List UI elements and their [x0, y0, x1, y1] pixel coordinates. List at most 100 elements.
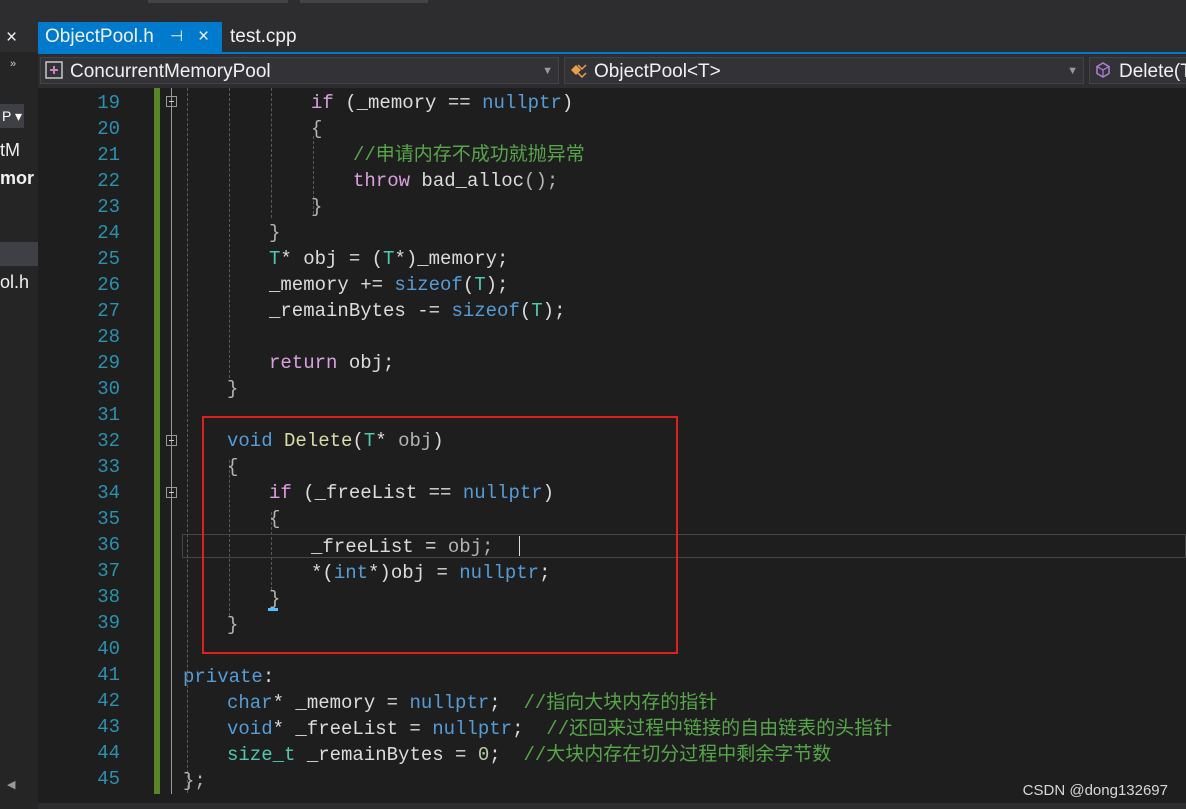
kw: nullptr: [409, 692, 490, 714]
comment: //指向大块内存的指针: [523, 692, 718, 714]
indent-guide: [229, 88, 230, 378]
kw: private: [183, 666, 263, 688]
indent-guide: [271, 88, 272, 218]
tree-item-selected[interactable]: [0, 242, 38, 266]
kw: throw: [353, 170, 411, 192]
tok: * _freeList =: [272, 718, 433, 740]
strip-segment: [148, 0, 288, 3]
close-icon[interactable]: ×: [6, 28, 17, 48]
code-line-42: char* _memory = nullptr; //指向大块内存的指针: [227, 690, 717, 716]
kw: sizeof: [394, 274, 463, 296]
member-dropdown[interactable]: Delete(T: [1089, 57, 1186, 84]
watermark: CSDN @dong132697: [1022, 782, 1168, 799]
line-number: 32: [97, 430, 120, 452]
tok: :: [262, 666, 275, 688]
code-line-43: void* _freeList = nullptr; //还回来过程中链接的自由…: [227, 716, 892, 742]
code-line-41: private:: [183, 664, 274, 690]
line-number: 31: [97, 404, 120, 426]
kw: char: [227, 692, 273, 714]
tok: ==: [447, 92, 471, 114]
line-number: 40: [97, 638, 120, 660]
document-tabs: ObjectPool.h ⊣ × test.cpp: [38, 20, 1186, 52]
line-number: 29: [97, 352, 120, 374]
line-number: 27: [97, 300, 120, 322]
code-line-25: T* obj = (T*)_memory;: [269, 246, 508, 272]
panel-dropdown[interactable]: P ▾: [0, 104, 24, 128]
code-line-26: _memory += sizeof(T);: [269, 272, 508, 298]
tok: _memory +=: [269, 274, 395, 296]
tab-test-cpp[interactable]: test.cpp: [230, 22, 297, 52]
line-number: 23: [97, 196, 120, 218]
line-number: 19: [97, 92, 120, 114]
line-number: 24: [97, 222, 120, 244]
chevron-down-icon: ▼: [542, 65, 553, 77]
tok: ;: [489, 744, 524, 766]
code-editor[interactable]: 19 20 21 22 23 24 25 26 27 28 29 30 31 32 33 34 35 36 37 38…: [38, 88, 1186, 809]
code-line-29: return obj;: [269, 350, 394, 376]
comment: //大块内存在切分过程中剩余字节数: [523, 744, 832, 766]
tree-item-file[interactable]: ol.h: [0, 272, 29, 293]
method-icon: [1096, 62, 1110, 78]
navigation-bar: ConcurrentMemoryPool ▼ ObjectPool<T> ▼ D…: [38, 54, 1186, 88]
tok: [471, 92, 482, 114]
tab-label: ObjectPool.h: [45, 26, 154, 47]
scope-name: ObjectPool<T>: [594, 61, 721, 82]
scope-dropdown[interactable]: ObjectPool<T> ▼: [564, 57, 1084, 84]
title-strip: [38, 0, 1186, 20]
kw: sizeof: [451, 300, 520, 322]
tree-item-text[interactable]: tM: [0, 140, 20, 161]
pin-icon[interactable]: ⊣: [170, 22, 183, 52]
tok: (: [462, 274, 475, 296]
code-line-44: size_t _remainBytes = 0; //大块内存在切分过程中剩余字…: [227, 742, 831, 768]
line-number: 30: [97, 378, 120, 400]
tok: bad_alloc: [410, 170, 525, 192]
annotation-highlight-box: [202, 416, 678, 654]
tok: * obj = (: [280, 248, 384, 270]
line-number: 28: [97, 326, 120, 348]
code-line-24: }: [269, 222, 281, 244]
chevron-down-icon: ▼: [1067, 65, 1078, 77]
kw: return: [269, 352, 338, 374]
code-line-20: {: [311, 118, 323, 140]
type: T: [383, 248, 395, 270]
line-number: 45: [97, 768, 120, 790]
kw: nullptr: [482, 92, 562, 114]
line-number: 22: [97, 170, 120, 192]
line-number: 37: [97, 560, 120, 582]
collapse-icon[interactable]: [166, 96, 177, 107]
line-number: 42: [97, 690, 120, 712]
tok: * _memory =: [272, 692, 410, 714]
close-icon[interactable]: ×: [198, 22, 209, 52]
scroll-left-arrow-icon[interactable]: ◀: [7, 778, 15, 791]
collapse-icon[interactable]: [166, 487, 177, 498]
type: T: [269, 248, 281, 270]
tok: _remainBytes -=: [269, 300, 452, 322]
line-number: 34: [97, 482, 120, 504]
collapse-icon[interactable]: [166, 435, 177, 446]
tab-objectpool-h[interactable]: ObjectPool.h ⊣ ×: [38, 22, 222, 52]
tok: (_memory: [333, 92, 448, 114]
line-number: 35: [97, 508, 120, 530]
code-line-22: throw bad_alloc();: [353, 168, 558, 194]
change-tracking-bar: [154, 88, 160, 794]
tok: ();: [524, 170, 559, 192]
solution-explorer-panel: × » P ▾ tM mor ol.h ◀: [0, 0, 39, 809]
overflow-chevron-icon[interactable]: »: [10, 58, 16, 70]
strip-segment: [300, 0, 428, 3]
code-line-45: };: [183, 770, 206, 792]
tree-item-text-bold[interactable]: mor: [0, 168, 34, 189]
tok: );: [542, 300, 566, 322]
type: T: [531, 300, 543, 322]
class-icon: [571, 64, 587, 79]
project-dropdown[interactable]: ConcurrentMemoryPool ▼: [40, 57, 559, 84]
number: 0: [477, 744, 490, 766]
line-number: 26: [97, 274, 120, 296]
project-icon: [45, 61, 63, 79]
line-number: 39: [97, 612, 120, 634]
code-line-19: if (_memory == nullptr): [311, 90, 573, 116]
horizontal-scrollbar[interactable]: [38, 803, 1186, 809]
project-name: ConcurrentMemoryPool: [70, 61, 271, 82]
line-number: 38: [97, 586, 120, 608]
kw: void: [227, 718, 273, 740]
line-number: 33: [97, 456, 120, 478]
